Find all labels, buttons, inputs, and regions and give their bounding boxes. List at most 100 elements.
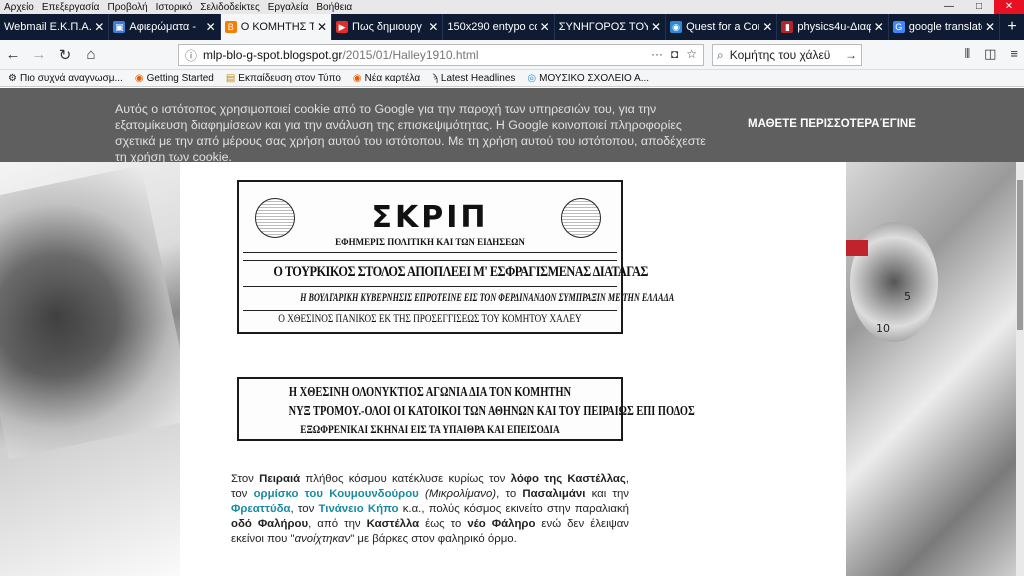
tree-photo	[0, 165, 180, 459]
bookmark-new-tab[interactable]: ◉ Νέα καρτέλα	[353, 73, 420, 84]
close-icon[interactable]: ✕	[762, 20, 772, 34]
url-actions: ··· ◘ ☆	[651, 47, 697, 61]
bookmark-latest-headlines[interactable]: ϡ Latest Headlines	[432, 73, 515, 84]
search-bar[interactable]: ⌕ Κομήτης του χάλεϋ →	[712, 44, 862, 66]
tab-physics4u[interactable]: ▮ physics4u-Διαφ ✕	[777, 14, 889, 40]
bookmark-mousiko-scholeio[interactable]: ◎ ΜΟΥΣΙΚΟ ΣΧΟΛΕΙΟ Α...	[527, 73, 649, 84]
navigation-bar: ← → ↻ ⌂ ⓘ mlp-blo-g-spot.blogspot.gr /20…	[0, 40, 1024, 70]
close-icon[interactable]: ✕	[428, 20, 438, 34]
menu-file[interactable]: Αρχείο	[0, 2, 38, 13]
tab-title: Quest for a Com	[686, 21, 760, 33]
bold-text: Πασαλιμάνι	[522, 488, 586, 500]
tab-entypo[interactable]: 150x290 entypo com ✕	[443, 14, 555, 40]
window-controls: — □ ✕	[934, 0, 1024, 14]
italic-text: (Μικρολίμανο)	[425, 488, 497, 500]
info-icon[interactable]: ⓘ	[185, 47, 197, 64]
tab-title: 150x290 entypo com	[447, 21, 536, 33]
learn-more-link[interactable]: ΜΑΘΕΤΕ ΠΕΡΙΣΣΟΤΕΡΑ	[748, 118, 880, 130]
tab-webmail[interactable]: Webmail Ε.Κ.Π.Α. ✕	[0, 14, 110, 40]
text: και την	[585, 488, 629, 500]
menu-bookmarks[interactable]: Σελιδοδείκτες	[196, 2, 263, 13]
forward-button[interactable]: →	[26, 46, 52, 63]
post-paragraph: Στον Πειραιά πλήθος κόσμου κατέκλυσε κυρ…	[231, 472, 629, 547]
text: κ.α., πολύς κόσμος εκινείτο στην παραλια…	[398, 503, 630, 515]
bold-text: λόφο της Καστέλλας	[510, 473, 626, 485]
headline-bulgarian-government: Η ΒΟΥΛΓΑΡΙΚΗ ΚΥΒΕΡΝΗΣΙΣ ΕΠΡΟΤΕΙΝΕ ΕΙΣ ΤΟ…	[300, 290, 675, 304]
tab-title: Webmail Ε.Κ.Π.Α.	[4, 21, 92, 33]
page-actions-icon[interactable]: ···	[651, 47, 663, 61]
search-input[interactable]: Κομήτης του χάλεϋ	[730, 48, 831, 62]
bookmark-most-visited[interactable]: ⚙ Πιο συχνά αναγνωσμ...	[8, 73, 123, 84]
menu-history[interactable]: Ιστορικό	[152, 2, 197, 13]
bookmark-star-icon[interactable]: ☆	[686, 47, 697, 61]
tab-youtube[interactable]: ▶ Πως δημιουργ ✕	[332, 14, 444, 40]
tab-google-translate[interactable]: G google translate ✕	[889, 14, 1001, 40]
bookmark-icon: ▮	[781, 21, 794, 33]
tab-title: google translate	[908, 21, 983, 33]
close-icon[interactable]: ✕	[985, 20, 995, 34]
italic-text: ανοίχτηκαν	[294, 533, 351, 545]
text: " με βάρκες στον φαληρικό όρμο.	[350, 533, 517, 545]
tab-synigoros[interactable]: ΣΥΝΗΓΟΡΟΣ ΤΟΥ Κ ✕	[555, 14, 667, 40]
bold-text: νέο Φάληρο	[467, 518, 536, 530]
clipping-line: Η ΧΘΕΣΙΝΗ ΟΛΟΝΥΚΤΙΟΣ ΑΓΩΝΙΑ ΔΙΑ ΤΟΝ ΚΟΜΗ…	[288, 385, 572, 400]
menu-bar: Αρχείο Επεξεργασία Προβολή Ιστορικό Σελι…	[0, 0, 1024, 14]
bookmark-label: Νέα καρτέλα	[364, 72, 421, 84]
newspaper-masthead: ΣΚΡΙΠ	[371, 200, 489, 235]
bold-text: οδό Φαλήρου	[231, 518, 309, 530]
text: , το	[496, 488, 523, 500]
tab-title: ΣΥΝΗΓΟΡΟΣ ΤΟΥ Κ	[558, 21, 648, 33]
tab-title: Ο ΚΟΜΗΤΗΣ ΤΟ	[240, 21, 314, 33]
cookie-ok-button[interactable]: ΈΓΙΝΕ	[880, 118, 916, 130]
text: , τον	[290, 503, 319, 515]
bookmark-label: ΜΟΥΣΙΚΟ ΣΧΟΛΕΙΟ Α...	[539, 72, 650, 84]
page-icon: ▤	[225, 72, 236, 84]
reload-button[interactable]: ↻	[52, 46, 78, 64]
close-icon[interactable]: ✕	[540, 20, 550, 34]
link-koumoundourou[interactable]: ορμίσκο του Κουμουνδούρου	[254, 488, 419, 500]
search-go-button[interactable]: →	[845, 48, 857, 62]
bookmark-getting-started[interactable]: ◉ Getting Started	[135, 73, 214, 84]
sidebar-icon[interactable]: ◫	[984, 46, 996, 62]
newspaper-clipping-comet-night: Η ΧΘΕΣΙΝΗ ΟΛΟΝΥΚΤΙΟΣ ΑΓΩΝΙΑ ΔΙΑ ΤΟΝ ΚΟΜΗ…	[237, 377, 695, 441]
close-icon[interactable]: ✕	[651, 20, 661, 34]
menu-view[interactable]: Προβολή	[103, 2, 151, 13]
menu-edit[interactable]: Επεξεργασία	[38, 2, 104, 13]
close-icon[interactable]: ✕	[317, 20, 327, 34]
bookmark-label: Latest Headlines	[440, 72, 516, 84]
new-tab-button[interactable]: +	[1000, 14, 1024, 40]
close-window-button[interactable]: ✕	[994, 0, 1024, 14]
home-button[interactable]: ⌂	[78, 46, 104, 63]
pocket-icon[interactable]: ◘	[671, 47, 678, 61]
library-icon[interactable]: ⫴	[965, 46, 970, 62]
link-tinaneio-kipo[interactable]: Τινάνειο Κήπο	[319, 503, 399, 515]
menu-help[interactable]: Βοήθεια	[312, 2, 356, 13]
tab-quest[interactable]: ◉ Quest for a Com ✕	[666, 14, 778, 40]
back-button[interactable]: ←	[0, 46, 26, 63]
close-icon[interactable]: ✕	[206, 20, 216, 34]
text: πλήθος κόσμου κατέκλυσε κυρίως τον	[300, 473, 511, 485]
close-icon[interactable]: ✕	[94, 20, 104, 34]
bookmarks-bar: ⚙ Πιο συχνά αναγνωσμ... ◉ Getting Starte…	[0, 70, 1024, 87]
bold-text: Πειραιά	[259, 473, 301, 485]
headline-turkish-fleet: Ο ΤΟΥΡΚΙΚΟΣ ΣΤΟΛΟΣ ΑΠΟΠΛΕΕΙ Μ' ΕΣΦΡΑΓΙΣΜ…	[273, 264, 648, 280]
rss-icon: ϡ	[432, 72, 438, 84]
bookmark-ekpaidefsi[interactable]: ▤ Εκπαίδευση στον Τύπο	[226, 73, 341, 84]
tab-afieromata[interactable]: ▣ Αφιερώματα - ✕	[109, 14, 221, 40]
page-viewport: 5 10 ΣΚΡΙΠ ΕΦΗΜΕΡΙΣ ΠΟΛΙΤΙΚΗ ΚΑΙ ΤΩΝ ΕΙΔ…	[0, 162, 1024, 576]
url-bar[interactable]: ⓘ mlp-blo-g-spot.blogspot.gr /2015/01/Ha…	[178, 44, 704, 66]
close-icon[interactable]: ✕	[874, 20, 884, 34]
newspaper-subhead: ΕΦΗΜΕΡΙΣ ΠΟΛΙΤΙΚΗ ΚΑΙ ΤΩΝ ΕΙΔΗΣΕΩΝ	[335, 237, 525, 247]
scrollbar-thumb[interactable]	[1017, 180, 1023, 330]
tab-strip: Webmail Ε.Κ.Π.Α. ✕ ▣ Αφιερώματα - ✕ B Ο …	[0, 14, 1024, 40]
maximize-button[interactable]: □	[964, 0, 994, 14]
blogger-icon: B	[224, 21, 237, 33]
minimize-button[interactable]: —	[934, 0, 964, 14]
menu-tools[interactable]: Εργαλεία	[264, 2, 313, 13]
url-domain: mlp-blo-g-spot.blogspot.gr	[203, 48, 343, 62]
link-freattyda[interactable]: Φρεαττύδα	[231, 503, 291, 515]
tab-komitis[interactable]: B Ο ΚΟΜΗΤΗΣ ΤΟ ✕	[220, 14, 333, 40]
tab-title: Αφιερώματα -	[129, 21, 196, 33]
menu-hamburger-icon[interactable]: ≡	[1010, 46, 1018, 62]
divider	[243, 252, 617, 253]
